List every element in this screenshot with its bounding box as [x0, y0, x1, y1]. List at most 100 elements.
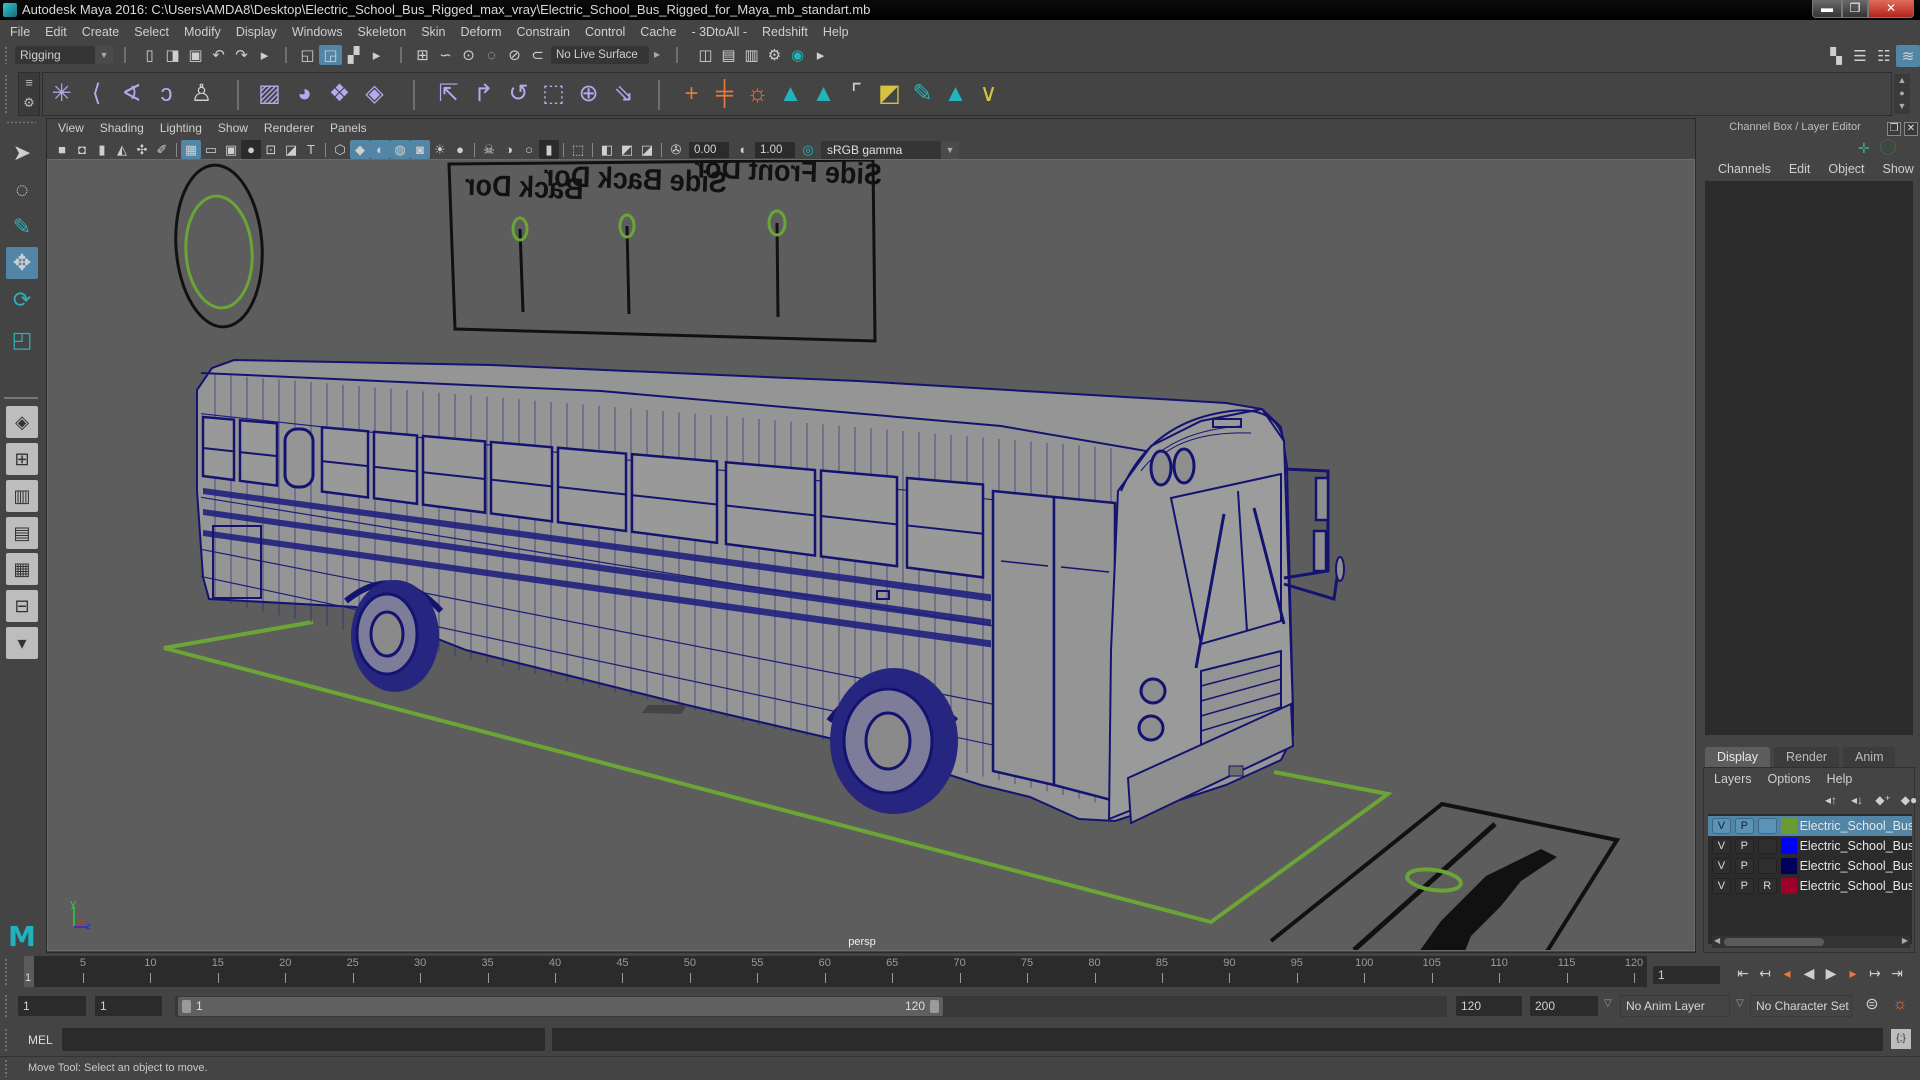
layer-color-swatch[interactable] [1780, 818, 1797, 834]
visibility-toggle[interactable]: V [1712, 878, 1731, 894]
hyper-toggle-icon[interactable]: ⁄ [1903, 138, 1905, 154]
parent-locator-icon[interactable]: ╪ [708, 74, 741, 114]
range-slider[interactable] [178, 997, 943, 1016]
layer-list-scrollbar[interactable]: ◀ ▶ [1712, 936, 1910, 948]
toolbox-grip[interactable] [6, 121, 36, 124]
four-view-layout-icon[interactable]: ⊞ [6, 443, 38, 475]
expand-arrow-icon[interactable]: ▸ [654, 47, 660, 61]
orient-constraint-icon[interactable]: ↺ [501, 74, 536, 114]
steering-control-curve[interactable] [182, 194, 256, 310]
menu-display[interactable]: Display [236, 25, 285, 39]
graph-editor-persp-layout-icon[interactable]: ▤ [6, 517, 38, 549]
single-perspective-layout-icon[interactable]: ◈ [6, 406, 38, 438]
command-line-grip[interactable] [4, 1028, 8, 1052]
bookmark-icon[interactable]: ▮ [92, 140, 112, 159]
menu-cache[interactable]: Cache [640, 25, 684, 39]
channel-menu-show[interactable]: Show [1883, 162, 1914, 176]
speed-toggle-icon[interactable] [1880, 139, 1896, 155]
exposure-field[interactable]: 0.00 [689, 141, 729, 158]
manipulator-axis-icon[interactable]: ✛ [1858, 140, 1870, 157]
gamma-icon[interactable]: ◖ [732, 140, 752, 159]
menu-help[interactable]: Help [823, 25, 857, 39]
viewport-menu-shading[interactable]: Shading [100, 121, 144, 139]
persp-graph-layout-icon[interactable]: ⊟ [6, 590, 38, 622]
step-back-frame-icon[interactable]: ◂ [1776, 963, 1798, 983]
humanik-icon[interactable]: ♙ [184, 74, 219, 114]
step-back-key-icon[interactable]: ↤ [1754, 963, 1776, 983]
screen-space-ao-icon[interactable]: ☠ [479, 140, 499, 159]
scroll-dot-icon[interactable]: ● [1894, 87, 1910, 100]
tool-settings-icon[interactable]: ☷ [1872, 45, 1896, 67]
playback-toggle[interactable]: P [1734, 858, 1754, 874]
visibility-toggle[interactable]: V [1712, 858, 1731, 874]
restore-button[interactable]: ❐ [1842, 0, 1868, 18]
menu-edit[interactable]: Edit [45, 25, 75, 39]
make-live-icon[interactable]: ⊂ [526, 45, 549, 65]
save-scene-icon[interactable]: ▣ [184, 45, 207, 65]
scroll-down-icon[interactable]: ▼ [1894, 100, 1910, 113]
wireframe-on-shaded-icon[interactable]: ◍ [390, 140, 410, 159]
scene-start-frame-field[interactable]: 1 [18, 996, 86, 1016]
motion-blur-icon[interactable]: ◑ [499, 140, 519, 159]
menu-constrain[interactable]: Constrain [517, 25, 579, 39]
pole-vector-constraint-icon[interactable]: ⇘ [606, 74, 641, 114]
shelf-menu-icon[interactable]: ≡ [19, 73, 39, 93]
snap-to-point-icon[interactable]: ⊙ [457, 45, 480, 65]
tab-render[interactable]: Render [1774, 747, 1839, 767]
mesh-tool-2-icon[interactable]: ▲ [807, 74, 840, 114]
step-forward-key-icon[interactable]: ↦ [1864, 963, 1886, 983]
menu-select[interactable]: Select [134, 25, 177, 39]
channel-menu-object[interactable]: Object [1828, 162, 1864, 176]
layer-row[interactable]: VPR Electric_School_Bus_Ri [1708, 876, 1912, 896]
anti-aliasing-icon[interactable]: ○ [519, 140, 539, 159]
anim-layer-dropdown[interactable]: No Anim Layer [1620, 995, 1730, 1017]
render-view-icon[interactable]: ◫ [694, 45, 717, 65]
new-scene-icon[interactable]: ▯ [138, 45, 161, 65]
range-end-handle[interactable] [930, 1000, 939, 1013]
scale-constraint-icon[interactable]: ⬚ [536, 74, 571, 114]
script-editor-icon[interactable]: {;} [1891, 1029, 1911, 1049]
select-tool-icon[interactable]: ➤ [6, 137, 38, 169]
new-empty-layer-icon[interactable]: ◆⁺ [1870, 792, 1896, 808]
ik-handle-icon[interactable]: ⟨ [79, 74, 114, 114]
command-input[interactable] [62, 1028, 545, 1051]
live-surface-field[interactable]: No Live Surface [551, 46, 649, 64]
channel-menu-edit[interactable]: Edit [1789, 162, 1811, 176]
rotate-tool-icon[interactable]: ⟳ [6, 284, 38, 316]
current-frame-field[interactable]: 1 [1653, 966, 1720, 984]
script-language-toggle[interactable]: MEL [28, 1033, 53, 1047]
layer-utility-icon[interactable]: ◩ [873, 74, 906, 114]
menu-windows[interactable]: Windows [292, 25, 351, 39]
paint-tool-icon[interactable]: ✎ [906, 74, 939, 114]
vertex-tool-icon[interactable]: ∨ [972, 74, 1005, 114]
display-type-toggle[interactable] [1757, 858, 1777, 874]
ipr-render-icon[interactable]: ▥ [740, 45, 763, 65]
image-plane-icon[interactable]: ◭ [112, 140, 132, 159]
visibility-toggle[interactable]: V [1712, 838, 1731, 854]
playback-toggle[interactable]: P [1734, 878, 1754, 894]
menu-file[interactable]: File [10, 25, 38, 39]
render-current-frame-icon[interactable]: ▤ [717, 45, 740, 65]
playback-toggle[interactable]: P [1734, 838, 1754, 854]
exposure-icon[interactable]: ✇ [666, 140, 686, 159]
undo-icon[interactable]: ↶ [207, 45, 230, 65]
select-by-component-icon[interactable]: ▞ [342, 45, 365, 65]
point-constraint-icon[interactable]: ↱ [466, 74, 501, 114]
menu-modify[interactable]: Modify [184, 25, 229, 39]
color-management-toggle-icon[interactable]: ◎ [798, 140, 818, 159]
close-button[interactable]: ✕ [1868, 0, 1914, 18]
close-panel-icon[interactable]: ✕ [1904, 122, 1918, 136]
redo-icon[interactable]: ↷ [230, 45, 253, 65]
new-layer-from-selected-icon[interactable]: ◆● [1896, 792, 1920, 808]
wireframe-icon[interactable]: ⬡ [330, 140, 350, 159]
step-forward-frame-icon[interactable]: ▸ [1842, 963, 1864, 983]
shadows-icon[interactable]: ● [450, 140, 470, 159]
render-settings-icon[interactable]: ⚙ [763, 45, 786, 65]
perspective-viewport[interactable]: Side Front Dor Side Back Dor Back Dor y … [47, 159, 1695, 951]
depth-of-field-icon[interactable]: ▮ [539, 140, 559, 159]
snap-to-grid-icon[interactable]: ⊞ [411, 45, 434, 65]
film-gate-icon[interactable]: ▭ [201, 140, 221, 159]
safe-title-icon[interactable]: T [301, 140, 321, 159]
grid-icon[interactable]: ▦ [181, 140, 201, 159]
expand-arrow-icon[interactable]: ▸ [365, 45, 388, 65]
